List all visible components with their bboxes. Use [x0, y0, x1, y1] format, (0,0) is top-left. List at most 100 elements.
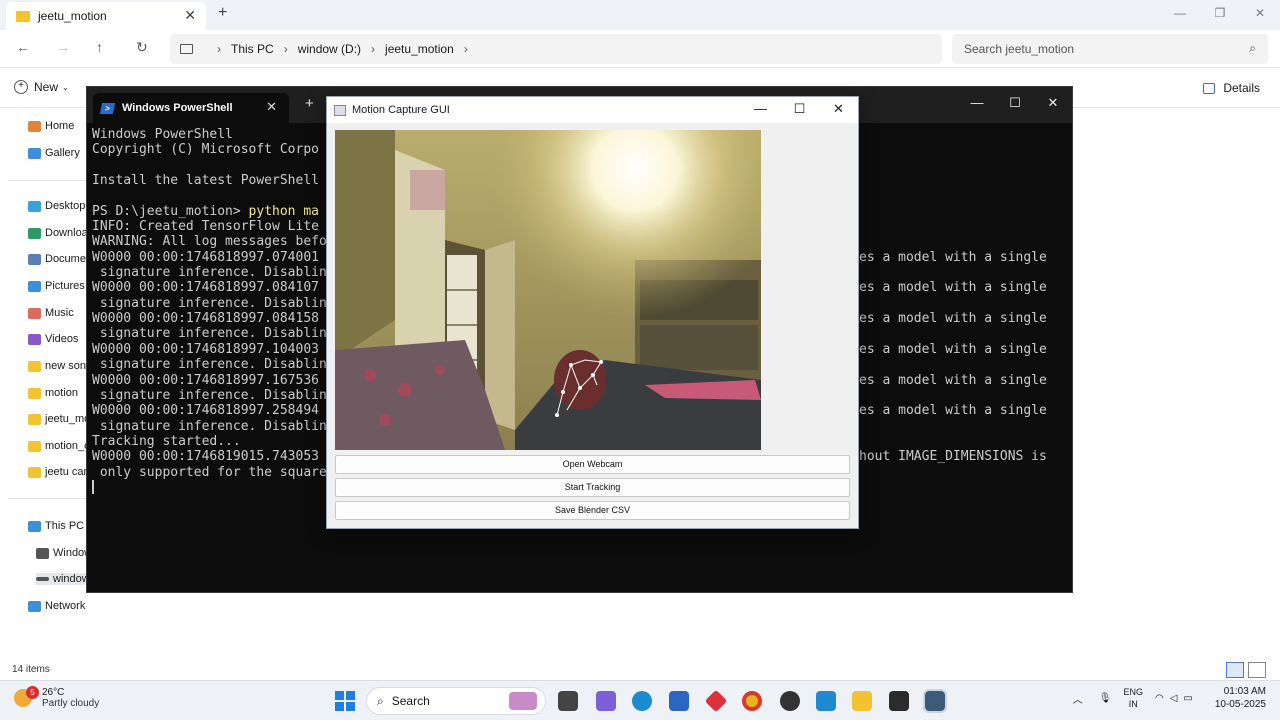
- items-count: 14 items: [12, 664, 50, 675]
- clock-date: 10-05-2025: [1214, 699, 1266, 710]
- powershell-window-controls: — ☐ ✕: [958, 87, 1072, 121]
- sidebar-item-music[interactable]: Music: [28, 307, 88, 319]
- weather-temperature: 26°C: [42, 687, 65, 698]
- sidebar-item-label: jeetu cam: [45, 466, 88, 478]
- save-blender-csv-button[interactable]: Save Blender CSV: [335, 501, 850, 520]
- breadcrumb-drive[interactable]: window (D:): [298, 42, 361, 56]
- new-tab-button[interactable]: +: [218, 4, 227, 22]
- breadcrumb-this-pc[interactable]: This PC: [231, 42, 274, 56]
- home-icon: [28, 120, 41, 132]
- sidebar-item-windows-drive[interactable]: ›Window: [36, 547, 88, 559]
- sidebar-item-motion[interactable]: motion: [28, 387, 88, 399]
- store-icon[interactable]: [669, 691, 689, 711]
- sidebar-item-videos[interactable]: Videos: [28, 333, 88, 345]
- file-explorer-icon[interactable]: [852, 691, 872, 711]
- microphone-icon[interactable]: 🎙: [1099, 693, 1112, 704]
- refresh-icon[interactable]: ↻: [136, 39, 148, 56]
- sidebar-item-this-pc[interactable]: ⌄This PC: [28, 520, 88, 532]
- terminal-line-continuation: es a model with a single: [859, 403, 1047, 419]
- start-tracking-button[interactable]: Start Tracking: [335, 478, 850, 497]
- sidebar-item-desktop[interactable]: Desktop: [28, 200, 88, 212]
- new-tab-button[interactable]: +: [305, 95, 314, 112]
- up-arrow-icon[interactable]: ↑: [96, 39, 103, 55]
- weather-description: Partly cloudy: [42, 698, 100, 709]
- breadcrumb[interactable]: › This PC › window (D:) › jeetu_motion ›: [170, 34, 942, 64]
- sidebar-item-jeetu-cam[interactable]: jeetu cam: [28, 466, 88, 478]
- terminal-command: python ma: [248, 203, 319, 219]
- drive-icon: [36, 577, 49, 581]
- tiles-view-icon[interactable]: [1248, 662, 1266, 678]
- sidebar-item-documents[interactable]: Documents: [28, 253, 88, 265]
- github-icon[interactable]: [780, 691, 800, 711]
- sidebar-item-network[interactable]: ›Network: [28, 600, 88, 612]
- details-button[interactable]: Details: [1203, 81, 1260, 95]
- edge-icon[interactable]: [632, 691, 652, 711]
- videos-icon: [28, 333, 41, 345]
- maximize-button[interactable]: ❐: [1200, 0, 1240, 28]
- copilot-icon[interactable]: [596, 691, 616, 711]
- webcam-frame-image: [335, 130, 761, 450]
- sidebar-item-home[interactable]: Home: [28, 120, 88, 132]
- minimize-button[interactable]: —: [958, 87, 996, 121]
- weather-widget[interactable]: 5 26°C Partly cloudy: [14, 686, 100, 709]
- terminal-icon[interactable]: [889, 691, 909, 711]
- open-webcam-button[interactable]: Open Webcam: [335, 455, 850, 474]
- download-icon: [28, 227, 41, 239]
- details-label: Details: [1223, 81, 1260, 95]
- app-red-icon[interactable]: [704, 689, 728, 713]
- language-indicator[interactable]: ENG IN: [1123, 686, 1143, 710]
- start-button[interactable]: [335, 691, 355, 711]
- network-volume-battery-icons[interactable]: ◠◁▭: [1155, 693, 1199, 704]
- close-tab-icon[interactable]: ✕: [184, 7, 196, 24]
- close-tab-icon[interactable]: ✕: [266, 99, 277, 115]
- sidebar-item-label: Music: [45, 307, 74, 319]
- minimize-button[interactable]: —: [741, 97, 780, 123]
- weather-icon: 5: [14, 686, 39, 707]
- sidebar-item-downloads[interactable]: Downloads: [28, 227, 88, 239]
- sidebar-item-new-song[interactable]: new song: [28, 360, 88, 372]
- sidebar-item-jeetu-motion[interactable]: jeetu_mo: [28, 413, 88, 425]
- taskbar-search-label: Search: [391, 694, 430, 708]
- language-label: ENG: [1123, 687, 1143, 697]
- pc-icon: [28, 520, 41, 532]
- forward-arrow-icon[interactable]: →: [56, 39, 70, 55]
- sidebar-item-motion-c[interactable]: motion_c: [28, 440, 88, 452]
- sidebar-item-label: new song: [45, 360, 88, 372]
- details-view-icon[interactable]: [1226, 662, 1244, 678]
- document-icon: [28, 253, 41, 265]
- search-icon: ⌕: [1249, 41, 1256, 55]
- terminal-line-continuation: es a model with a single: [859, 249, 1047, 265]
- explorer-tab[interactable]: jeetu_motion ✕: [6, 2, 206, 30]
- terminal-line-continuation: es a model with a single: [859, 341, 1047, 357]
- music-icon: [28, 307, 41, 319]
- sidebar-item-label: This PC: [45, 520, 85, 532]
- sidebar-item-label: Window: [53, 547, 88, 559]
- drive-icon: [36, 547, 49, 559]
- sidebar-item-label: Network: [45, 600, 86, 612]
- chrome-icon[interactable]: [742, 691, 762, 711]
- sidebar-item-pictures[interactable]: Pictures: [28, 280, 88, 292]
- powershell-tab[interactable]: > Windows PowerShell ✕: [93, 93, 289, 123]
- details-pane-icon: [1203, 82, 1216, 94]
- search-placeholder: Search jeetu_motion: [964, 42, 1075, 56]
- maximize-button[interactable]: ☐: [996, 87, 1034, 121]
- sidebar-item-window-d[interactable]: ›window: [36, 573, 88, 585]
- taskbar-search[interactable]: ⌕ Search: [366, 687, 546, 715]
- task-view-icon[interactable]: [558, 691, 578, 711]
- sidebar-item-gallery[interactable]: Gallery: [28, 147, 88, 159]
- terminal-cursor: [92, 480, 94, 495]
- breadcrumb-folder[interactable]: jeetu_motion: [385, 42, 454, 56]
- clock[interactable]: 01:03 AM 10-05-2025: [1215, 685, 1266, 711]
- python-app-icon[interactable]: [923, 689, 947, 713]
- chevron-up-icon[interactable]: ︿: [1073, 691, 1083, 706]
- back-arrow-icon[interactable]: ←: [16, 39, 30, 55]
- close-button[interactable]: ✕: [1034, 87, 1072, 121]
- close-button[interactable]: ✕: [819, 97, 858, 123]
- close-button[interactable]: ✕: [1240, 0, 1280, 28]
- minimize-button[interactable]: —: [1160, 0, 1200, 28]
- search-input[interactable]: Search jeetu_motion ⌕: [952, 34, 1268, 64]
- maximize-button[interactable]: ☐: [780, 97, 819, 123]
- folder-icon: [28, 413, 41, 425]
- new-button[interactable]: + New ⌄: [14, 80, 69, 94]
- vscode-icon[interactable]: [816, 691, 836, 711]
